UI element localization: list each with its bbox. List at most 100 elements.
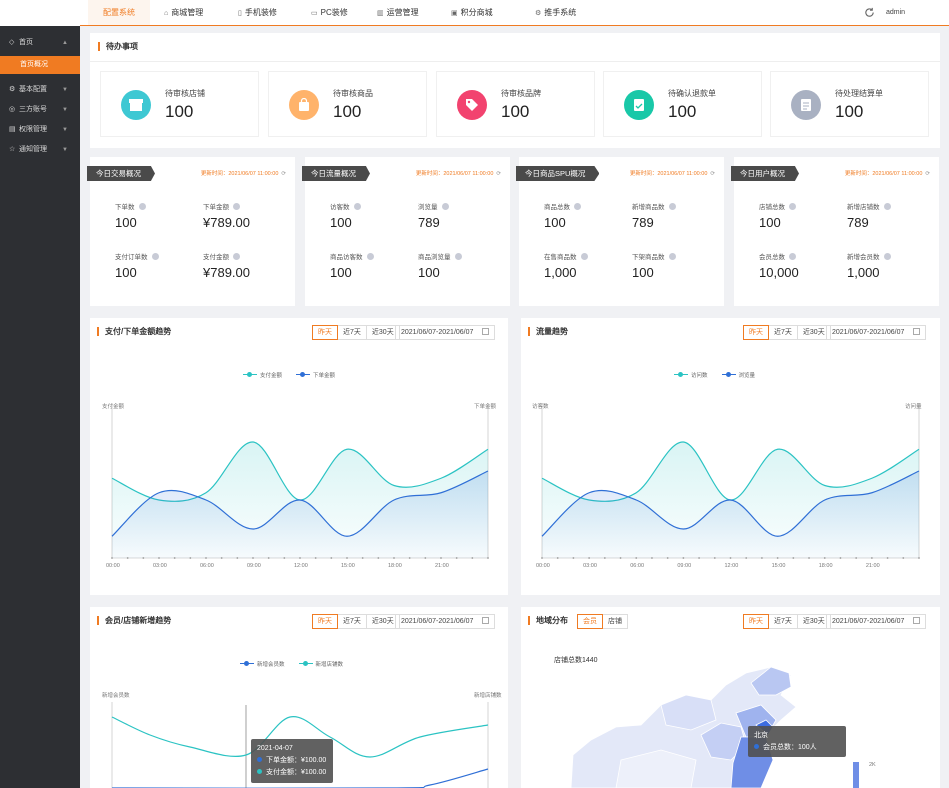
sidebar-item-notifications[interactable]: ☆ 通知管理 ▼: [0, 140, 80, 160]
x-tick-label: 06:00: [630, 563, 645, 569]
x-tick: [635, 557, 638, 559]
star-icon: ☆: [9, 146, 16, 153]
help-icon[interactable]: [883, 253, 891, 260]
legend-item[interactable]: 支付金额: [243, 372, 282, 379]
x-tick: [205, 557, 207, 559]
y-axis-right-label: 下单金额: [474, 404, 497, 410]
refresh-icon[interactable]: ⟳: [710, 171, 715, 177]
refresh-icon[interactable]: ⟳: [281, 171, 286, 177]
metric-label: 下架商品数: [632, 251, 676, 261]
nav-mall-management[interactable]: ⌂ 商城管理: [164, 0, 203, 25]
todo-item[interactable]: 待审核品牌 100: [436, 71, 595, 137]
map-scale-label: 2K: [869, 762, 876, 768]
x-tick: [886, 557, 889, 559]
store-total: 店铺总数1440: [554, 657, 598, 664]
todo-item[interactable]: 待确认退款单 100: [603, 71, 762, 137]
metric-value: 789: [632, 215, 654, 230]
sidebar-item-basic-config[interactable]: ⚙ 基本配置 ▼: [0, 80, 80, 100]
metric-label: 下单金额: [203, 201, 240, 211]
todo-item[interactable]: 待审核商品 100: [268, 71, 427, 137]
nav-pc-decor[interactable]: ▭ PC装修: [311, 0, 348, 25]
sidebar-item-third-party[interactable]: ◎ 三方账号 ▼: [0, 100, 80, 120]
updated-time: 更新时间：2021/06/07 11:00:00 ⟳: [200, 171, 286, 177]
nav-config-system[interactable]: 配置系统: [88, 0, 150, 25]
stat-card-title: 今日流量概况: [302, 166, 370, 181]
chevron-down-icon: ▼: [62, 127, 68, 133]
tab-7days[interactable]: 近7天: [768, 614, 798, 629]
legend-item[interactable]: 浏览量: [721, 372, 755, 379]
metric-value: 789: [847, 215, 869, 230]
x-tick: [870, 557, 873, 559]
x-tick: [823, 557, 826, 559]
refresh-icon[interactable]: ⟳: [925, 171, 930, 177]
region-panel: 地域分布 会员 店铺 昨天 近7天 近30天 2021/06/07-2021/0…: [521, 607, 940, 788]
tab-yesterday[interactable]: 昨天: [312, 325, 338, 340]
stat-card-title: 今日交易概况: [87, 166, 155, 181]
sidebar-item-home-overview[interactable]: 首页概况: [0, 56, 80, 74]
metric-value: 1,000: [544, 265, 577, 280]
x-tick: [619, 557, 622, 559]
tab-yesterday[interactable]: 昨天: [743, 614, 769, 629]
x-tick-label: 06:00: [200, 563, 214, 569]
user-name[interactable]: admin: [886, 0, 905, 25]
flow-trend-chart: [541, 403, 920, 559]
help-icon[interactable]: [353, 203, 361, 210]
pay-trend-panel: 支付/下单金额趋势 昨天 近7天 近30天 2021/06/07-2021/06…: [90, 318, 508, 595]
tab-yesterday[interactable]: 昨天: [312, 614, 338, 629]
help-icon[interactable]: [138, 203, 146, 210]
x-tick: [361, 557, 364, 559]
x-tick-label: 21:00: [435, 563, 449, 569]
store-icon: ⌂: [164, 10, 169, 17]
help-icon[interactable]: [574, 203, 581, 210]
help-icon[interactable]: [883, 203, 891, 210]
help-icon[interactable]: [233, 253, 240, 260]
help-icon[interactable]: [789, 253, 796, 260]
points-icon: ▣: [451, 10, 458, 17]
help-icon[interactable]: [151, 253, 159, 260]
help-icon[interactable]: [668, 253, 676, 260]
help-icon[interactable]: [366, 253, 374, 260]
legend-item[interactable]: 新增会员数: [240, 661, 285, 668]
tab-yesterday[interactable]: 昨天: [743, 325, 769, 340]
help-icon[interactable]: [233, 203, 240, 210]
nav-mobile-decor[interactable]: ▯ 手机装修: [238, 0, 277, 25]
x-tick-label: 00:00: [106, 563, 120, 569]
legend-marker: [240, 661, 254, 666]
help-icon[interactable]: [580, 253, 588, 260]
refresh-icon[interactable]: ⟳: [496, 171, 501, 177]
help-icon[interactable]: [668, 203, 676, 210]
todo-item[interactable]: 待处理结算单 100: [770, 71, 929, 137]
todo-value: 100: [165, 102, 194, 121]
toggle-members[interactable]: 会员: [577, 614, 603, 629]
legend-item[interactable]: 下单金额: [296, 372, 335, 379]
help-icon[interactable]: [789, 203, 796, 210]
metric-label: 访客数: [330, 201, 361, 211]
chart-legend: 新增会员数 新增店铺数: [240, 660, 357, 668]
nav-points-mall[interactable]: ▣ 积分商城: [451, 0, 493, 25]
todo-item[interactable]: 待审核店铺 100: [100, 71, 259, 137]
stat-card-title: 今日用户概况: [731, 166, 799, 181]
refresh-icon[interactable]: [864, 7, 875, 18]
metric-value: ¥789.00: [203, 265, 250, 280]
x-tick: [776, 557, 779, 559]
sidebar-item-permissions[interactable]: ▤ 权限管理 ▼: [0, 120, 80, 140]
region-date-range[interactable]: 2021/06/07-2021/06/07: [826, 614, 927, 629]
x-tick: [220, 557, 223, 559]
legend-item[interactable]: 访问数: [674, 372, 708, 379]
metric-value: 100: [418, 265, 440, 280]
help-icon[interactable]: [454, 253, 462, 260]
help-icon[interactable]: [441, 203, 449, 210]
stat-card: 今日商品SPU概况 更新时间：2021/06/07 11:00:00 ⟳ 商品总数 10…: [516, 157, 724, 306]
x-tick: [267, 557, 270, 559]
legend-label: 访问数: [691, 373, 708, 379]
nav-operations[interactable]: ▥ 运营管理: [377, 0, 419, 25]
todo-label: 待审核商品: [333, 89, 373, 98]
toggle-stores[interactable]: 店铺: [602, 614, 628, 629]
x-tick: [440, 557, 442, 559]
sidebar-item-home[interactable]: ◇ 首页 ▲: [0, 33, 80, 53]
nav-push-system[interactable]: ⚙ 推手系统: [535, 0, 576, 25]
flow-trend-panel: 流量趋势 昨天 近7天 近30天 2021/06/07-2021/06/07 0…: [521, 318, 940, 595]
todo-value: 100: [668, 102, 697, 121]
legend-marker: [721, 372, 736, 377]
legend-item[interactable]: 新增店铺数: [298, 661, 343, 668]
